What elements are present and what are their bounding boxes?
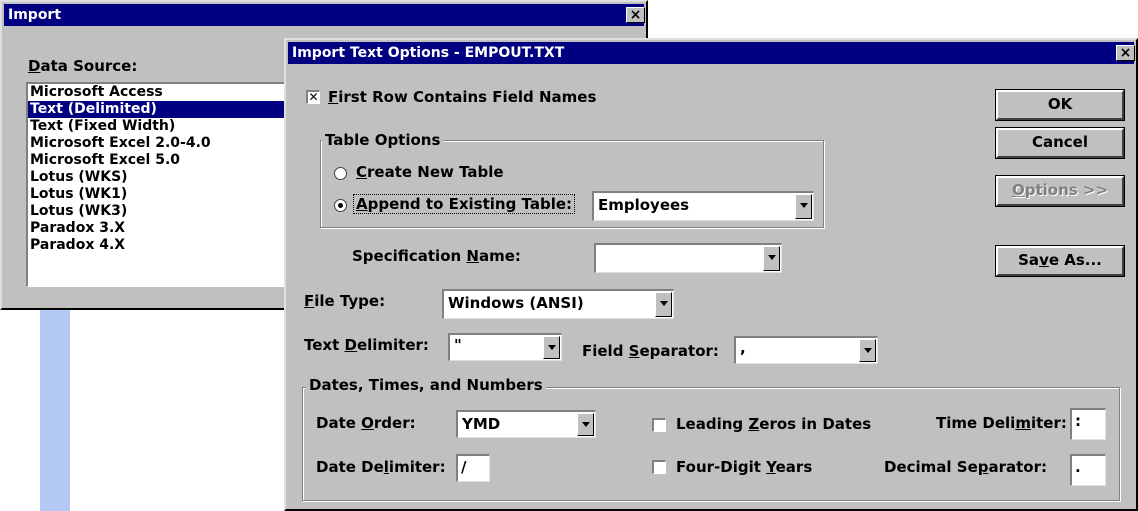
date-order-label: Date Order: <box>316 414 416 432</box>
date-delim-label: Date Delimiter: <box>316 458 446 476</box>
time-delim-field[interactable]: : <box>1070 408 1106 440</box>
file-type-value: Windows (ANSI) <box>448 294 584 312</box>
chevron-down-icon[interactable] <box>543 336 560 359</box>
date-delim-field[interactable]: / <box>456 454 490 482</box>
import-titlebar[interactable]: Import × <box>4 4 645 26</box>
data-source-label: Data Source: <box>28 57 138 75</box>
decimal-sep-label: Decimal Separator: <box>884 458 1048 476</box>
options-titlebar[interactable]: Import Text Options - EMPOUT.TXT × <box>288 42 1135 64</box>
append-label: Append to Existing Table: <box>353 194 576 214</box>
file-type-label: File Type: <box>304 292 386 310</box>
list-item[interactable]: Microsoft Excel 5.0 <box>28 152 295 169</box>
text-delim-label: Text Delimiter: <box>304 336 429 354</box>
chevron-down-icon[interactable] <box>859 339 876 362</box>
append-table-combo[interactable]: Employees <box>592 191 814 221</box>
create-new-label: Create New Table <box>356 163 504 181</box>
list-item[interactable]: Paradox 3.X <box>28 220 295 237</box>
chevron-down-icon[interactable] <box>795 194 812 219</box>
leading-zeros-label: Leading Zeros in Dates <box>676 415 872 433</box>
spec-name-label: Specification Name: <box>352 247 521 265</box>
list-item[interactable]: Microsoft Access <box>28 84 295 101</box>
options-title: Import Text Options - EMPOUT.TXT <box>292 45 565 61</box>
list-item[interactable]: Paradox 4.X <box>28 237 295 254</box>
dtn-title: Dates, Times, and Numbers <box>306 376 546 394</box>
date-order-value: YMD <box>462 415 501 433</box>
background-stripe <box>40 300 70 511</box>
first-row-checkbox[interactable]: ✕ <box>306 90 320 104</box>
dtn-group <box>302 387 1120 501</box>
options-button[interactable]: Options >> <box>995 175 1125 207</box>
create-new-radio[interactable] <box>334 167 347 180</box>
list-item[interactable]: Lotus (WK1) <box>28 186 295 203</box>
field-sep-label: Field Separator: <box>582 342 719 360</box>
field-sep-value: , <box>740 339 746 357</box>
four-digit-checkbox[interactable] <box>652 460 666 474</box>
list-item[interactable]: Text (Fixed Width) <box>28 118 295 135</box>
list-item[interactable]: Lotus (WK3) <box>28 203 295 220</box>
field-sep-combo[interactable]: , <box>734 336 878 364</box>
table-options-title: Table Options <box>322 131 444 149</box>
list-item[interactable]: Text (Delimited) <box>28 101 295 118</box>
first-row-label: First Row Contains Field Names <box>328 88 597 106</box>
ok-button[interactable]: OK <box>995 89 1125 121</box>
import-text-options-dialog: Import Text Options - EMPOUT.TXT × ✕ Fir… <box>284 38 1138 511</box>
data-source-list[interactable]: Microsoft Access Text (Delimited) Text (Fi… <box>26 82 296 287</box>
file-type-combo[interactable]: Windows (ANSI) <box>442 289 674 319</box>
list-item[interactable]: Lotus (WKS) <box>28 169 295 186</box>
chevron-down-icon[interactable] <box>655 292 672 317</box>
import-title: Import <box>8 7 62 23</box>
cancel-button[interactable]: Cancel <box>995 127 1125 159</box>
four-digit-label: Four-Digit Years <box>676 458 813 476</box>
save-as-button[interactable]: Save As... <box>995 245 1125 277</box>
time-delim-label: Time Delimiter: <box>936 414 1067 432</box>
spec-name-combo[interactable] <box>594 243 782 273</box>
close-icon[interactable]: × <box>1116 45 1135 61</box>
close-icon[interactable]: × <box>626 7 645 23</box>
text-delim-combo[interactable]: " <box>448 333 562 361</box>
list-item[interactable]: Microsoft Excel 2.0-4.0 <box>28 135 295 152</box>
leading-zeros-checkbox[interactable] <box>652 418 666 432</box>
append-table-value: Employees <box>598 196 690 214</box>
decimal-sep-field[interactable]: . <box>1070 454 1106 486</box>
append-radio[interactable] <box>334 199 347 212</box>
date-order-combo[interactable]: YMD <box>456 410 596 438</box>
chevron-down-icon[interactable] <box>577 413 594 436</box>
text-delim-value: " <box>454 336 462 354</box>
chevron-down-icon[interactable] <box>763 246 780 271</box>
